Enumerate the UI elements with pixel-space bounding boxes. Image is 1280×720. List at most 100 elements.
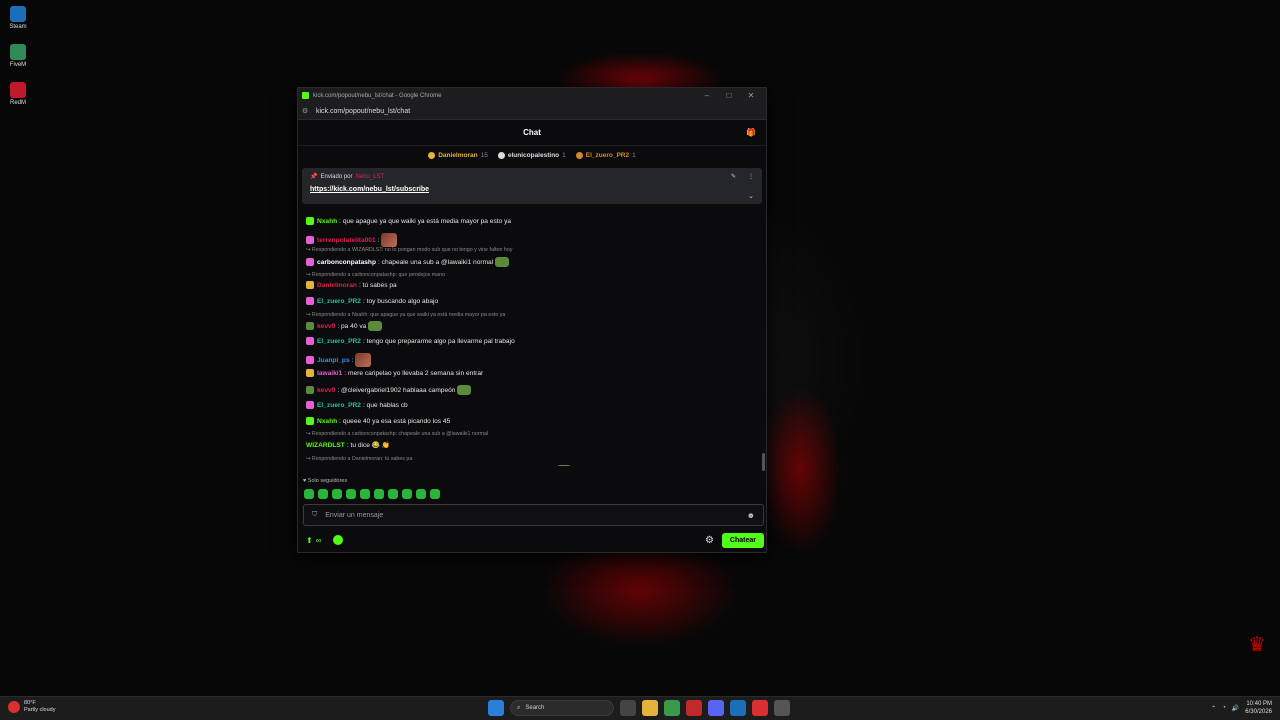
chrome-popup-window: kick.com/popout/nebu_lst/chat - Google C… [297,87,767,553]
app-icon[interactable] [774,700,790,716]
chat-username[interactable]: El_zuero_PR2 [317,402,361,409]
user-badge-icon [306,217,314,225]
weather-desc: Partly cloudy [24,707,56,713]
steam-icon [10,6,26,22]
address-bar[interactable]: ⚙ kick.com/popout/nebu_lst/chat [298,103,766,120]
chevron-up-icon[interactable]: ⌃ [1211,705,1216,712]
task-view-icon[interactable] [620,700,636,716]
maximize-button[interactable]: □ [718,91,740,100]
chat-username[interactable]: Juanpi_ps [317,357,350,364]
close-button[interactable]: ✕ [740,91,762,100]
gear-icon[interactable]: ⚙ [705,535,714,546]
desktop-icon-label: Steam [9,24,27,30]
chat-username[interactable]: Nxahh [317,418,337,425]
chrome-icon[interactable] [664,700,680,716]
leaderboard-item[interactable]: Danielmoran 15 [428,151,488,159]
heart-icon: ♥ [303,478,307,484]
clock[interactable]: 10:40 PM 6/30/2026 [1245,700,1272,716]
app-icon[interactable] [686,700,702,716]
emote-icon[interactable] [332,489,342,499]
chat-username[interactable]: El_zuero_PR2 [317,298,361,305]
emote-icon[interactable] [416,489,426,499]
chat-username[interactable]: kevv9 [317,323,335,330]
desktop-icon-steam[interactable]: Steam [6,6,30,30]
emoji-picker-icon[interactable]: ☻ [747,511,755,520]
system-tray: ⌃ ◔ 🔊 10:40 PM 6/30/2026 [1211,700,1272,716]
start-icon[interactable] [488,700,504,716]
emote-icon[interactable] [402,489,412,499]
desktop-icon-redm[interactable]: RedM [6,82,30,106]
discord-icon[interactable] [708,700,724,716]
scrollbar[interactable] [762,453,765,471]
chat-title: Chat [523,128,541,137]
chat-message-text: : pa 40 va [337,322,367,330]
steam-icon[interactable] [730,700,746,716]
file-explorer-icon[interactable] [642,700,658,716]
chat-message: Nxahh: que apague ya que waiki ya está m… [306,217,511,225]
rank-badge-icon [575,151,583,159]
chat-message: Nxahh: queee 40 ya esa está picando los … [306,417,450,425]
chat-username[interactable]: terrenpolatelita001 [317,237,376,244]
chat-username[interactable]: lawaiki1 [317,370,342,377]
window-title: kick.com/popout/nebu_lst/chat - Google C… [313,92,442,99]
minimize-button[interactable]: – [696,91,718,100]
leaderboard-item[interactable]: El_zuero_PR2 1 [575,151,636,159]
channel-points[interactable]: ⬆ ∞ [306,536,321,545]
chat-username[interactable]: El_zuero_PR2 [317,338,361,345]
window-titlebar[interactable]: kick.com/popout/nebu_lst/chat - Google C… [298,88,766,103]
unpin-icon[interactable]: ✎ [731,173,736,180]
wifi-icon[interactable]: ◔ [1222,705,1226,711]
taskbar-search[interactable]: ⌕ Search [510,700,614,716]
more-options-icon[interactable]: ⋮ [748,173,754,180]
rank-badge-icon [497,151,505,159]
site-info-icon[interactable]: ⚙ [302,108,310,115]
chat-username[interactable]: WIZARDLST [306,442,345,449]
volume-icon[interactable]: 🔊 [1232,705,1239,712]
chat-message: Juanpi_ps: [306,353,372,367]
send-chat-button[interactable]: Chatear [721,532,764,548]
leaderboard-user: El_zuero_PR2 [585,151,630,159]
leaderboard-count: 1 [632,151,636,159]
desktop-icon-label: FiveM [9,62,27,68]
followers-only-notice: ♥ Solo seguidores [303,478,347,484]
emote-icon[interactable] [388,489,398,499]
chat-message: kevv9: pa 40 va [306,321,383,331]
pinned-link[interactable]: https://kick.com/nebu_lst/subscribe [310,186,754,193]
chevron-down-icon[interactable]: ⌄ [748,192,754,200]
gift-icon[interactable]: 🎁 [746,128,756,137]
emote-icon[interactable] [346,489,356,499]
quick-emote-bar [304,489,440,499]
chat-message-text: : [377,236,380,244]
search-label: Search [525,705,545,711]
desktop-icon-fivem[interactable]: FiveM [6,44,30,68]
chat-message-text: : chapeale una sub a @lawaiki1 normal [378,258,494,266]
chrome-active-icon[interactable] [752,700,768,716]
pinned-author[interactable]: Nebu_LST [356,174,385,180]
leaderboard-count: 1 [562,151,566,159]
chat-username[interactable]: Danielmoran [317,282,357,289]
leaderboard-item[interactable]: elunicopalestino 1 [497,151,566,159]
user-badge-icon [306,337,314,345]
user-badge-icon [306,369,314,377]
emote-icon[interactable] [318,489,328,499]
chat-input[interactable]: ⛉ Enviar un mensaje ☻ [303,504,764,526]
pin-icon: 📌 [310,174,318,180]
chat-message: Danielmoran: tú sabes pa [306,281,397,289]
emote-icon[interactable] [304,489,314,499]
emote-icon[interactable] [374,489,384,499]
chat-message: carbonconpatashp: chapeale una sub a @la… [306,257,510,267]
reply-context: ↪ Respondiendo a WIZARDLST: no lo pongan… [306,247,513,253]
chat-message-text: : toy buscando algo abajo [362,297,439,305]
chat-message-text: : tú sabes pa [358,281,397,289]
emote-icon [368,321,383,331]
emote-icon[interactable] [430,489,440,499]
chat-username[interactable]: Nxahh [317,218,337,225]
kick-icon[interactable] [333,535,344,545]
fivem-icon [10,44,26,60]
emote-icon [495,257,510,267]
chat-message: El_zuero_PR2: que hablas cb [306,401,408,409]
chat-username[interactable]: kevv9 [317,387,335,394]
emote-icon[interactable] [360,489,370,499]
chat-username[interactable]: carbonconpatashp [317,259,376,266]
weather-widget[interactable]: 80°F Partly cloudy [8,700,56,714]
